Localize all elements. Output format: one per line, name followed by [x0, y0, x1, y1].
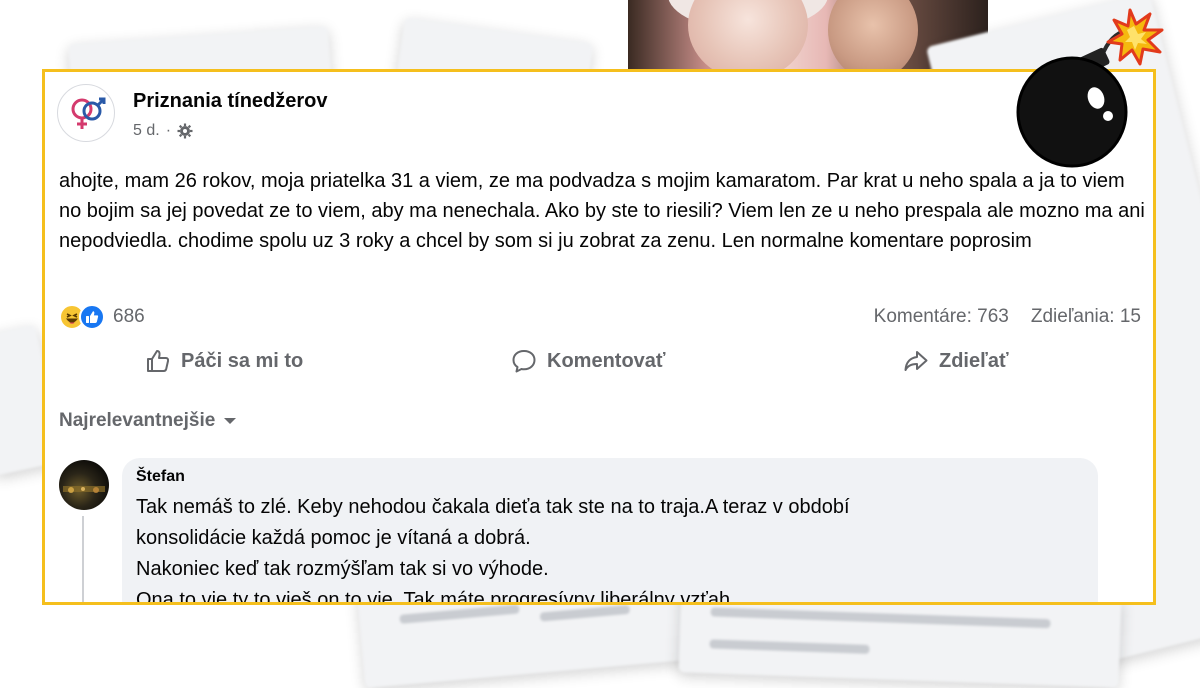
thumbs-up-icon [147, 350, 170, 372]
post-stats: Komentáre: 763 Zdieľania: 15 [874, 306, 1141, 328]
sort-dropdown[interactable]: Najrelevantnejšie [59, 410, 237, 432]
comment-line: konsolidácie každá pomoc je vítaná a dob… [136, 527, 531, 549]
comment-line: Tak nemáš to zlé. Keby nehodou čakala di… [136, 496, 850, 518]
comment-icon [512, 350, 536, 373]
post-time[interactable]: 5 d. [133, 122, 160, 140]
gear-icon [177, 123, 193, 139]
commenter-avatar[interactable] [59, 460, 109, 510]
comment-label: Komentovať [547, 349, 666, 372]
like-button[interactable]: Páči sa mi to [145, 348, 303, 374]
post-text: ahojte, mam 26 rokov, moja priatelka 31 … [59, 170, 1145, 252]
post-meta: 5 d. · [133, 122, 193, 140]
share-icon [904, 351, 928, 371]
shares-count[interactable]: Zdieľania: 15 [1031, 306, 1141, 328]
post-card: Priznania tínedžerov 5 d. · ahojte, mam … [42, 69, 1156, 605]
thread-line [82, 516, 84, 602]
caret-down-icon [224, 418, 237, 424]
comment-line: Nakoniec keď tak rozmýšľam tak si vo výh… [136, 558, 549, 580]
comment-line: Ona to vie ty to vieš on to vie. Tak mát… [136, 589, 731, 605]
page-avatar[interactable] [57, 84, 115, 142]
like-icon [79, 304, 105, 330]
share-label: Zdieľať [939, 349, 1009, 372]
page-name[interactable]: Priznania tínedžerov [133, 90, 328, 113]
page-logo-icon [71, 97, 106, 129]
like-label: Páči sa mi to [181, 349, 304, 372]
reactions-summary[interactable]: 686 [59, 304, 145, 330]
bomb-icon [1016, 8, 1164, 168]
commenter-name[interactable]: Štefan [136, 468, 1084, 486]
comment-bubble: Štefan Tak nemáš to zlé. Keby nehodou ča… [122, 458, 1098, 605]
comments-count[interactable]: Komentáre: 763 [874, 306, 1009, 328]
comment-button[interactable]: Komentovať [511, 348, 666, 374]
reaction-count: 686 [113, 306, 145, 327]
action-bar: Páči sa mi to Komentovať Zdieľať [45, 348, 1153, 388]
share-button[interactable]: Zdieľať [903, 348, 1009, 374]
meta-separator: · [165, 122, 172, 139]
sort-label: Najrelevantnejšie [59, 410, 216, 431]
